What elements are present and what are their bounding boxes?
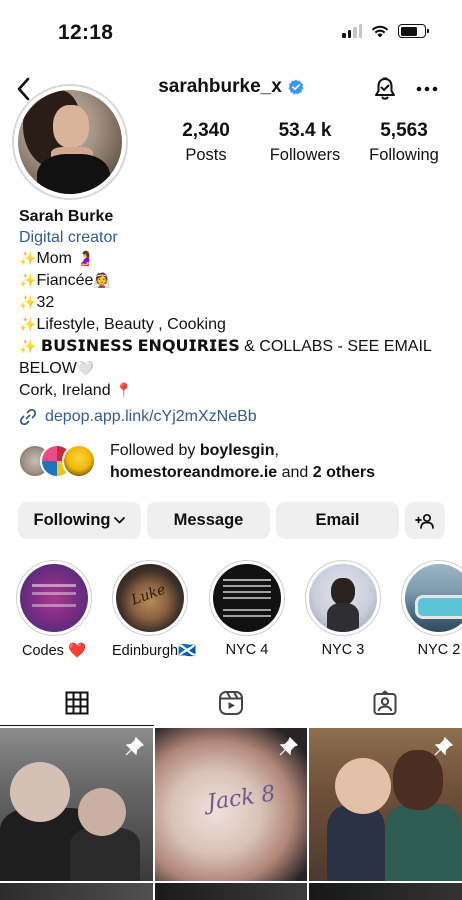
grid-icon bbox=[65, 691, 89, 715]
pin-icon bbox=[125, 736, 145, 756]
posts-count: 2,340 bbox=[182, 120, 230, 141]
more-options-icon bbox=[416, 86, 438, 92]
bio-line-below: BELOW🤍 bbox=[19, 360, 95, 377]
status-bar: 12:18 bbox=[0, 0, 462, 62]
tagged-tab[interactable] bbox=[308, 680, 462, 726]
profile-tabs bbox=[0, 680, 462, 726]
following-label: Following bbox=[369, 146, 439, 164]
highlight-label: Codes ❤️ bbox=[22, 643, 86, 659]
bio-line-topics: ✨Lifestyle, Beauty , Cooking bbox=[19, 316, 226, 333]
notification-bell-icon bbox=[375, 77, 395, 100]
bio-link-text[interactable]: depop.app.link/cYj2mXzNeBb bbox=[45, 408, 257, 426]
display-name: Sarah Burke bbox=[19, 208, 114, 225]
mutual-avatar bbox=[62, 444, 96, 478]
reels-tab[interactable] bbox=[154, 680, 308, 726]
highlight-cover bbox=[405, 564, 462, 632]
pin-icon bbox=[434, 736, 454, 756]
message-button-label: Message bbox=[173, 511, 244, 529]
status-icons bbox=[342, 24, 429, 38]
status-time: 12:18 bbox=[58, 21, 114, 44]
email-button[interactable]: Email bbox=[276, 502, 399, 539]
highlight-nyc-4[interactable]: NYC 4 bbox=[209, 560, 285, 658]
highlight-codes[interactable]: Codes ❤️ bbox=[16, 560, 92, 659]
notifications-button[interactable] bbox=[370, 74, 400, 104]
bio-line-business: ✨ 𝗕𝗨𝗦𝗜𝗡𝗘𝗦𝗦 𝗘𝗡𝗤𝗨𝗜𝗥𝗜𝗘𝗦 & COLLABS - SEE EMA… bbox=[19, 338, 432, 355]
highlight-edinburgh[interactable]: Edinburgh🏴󠁧󠁢󠁳󠁣󠁴󠁿 bbox=[112, 560, 197, 659]
more-options-button[interactable] bbox=[412, 74, 442, 104]
highlight-cover bbox=[213, 564, 281, 632]
profile-bio: Sarah Burke Digital creator ✨Mom 🤰 ✨Fian… bbox=[19, 206, 449, 402]
grid-post[interactable] bbox=[0, 883, 153, 900]
profile-actions: Following Message Email bbox=[18, 502, 445, 539]
highlight-cover bbox=[20, 564, 88, 632]
highlight-cover bbox=[116, 564, 184, 632]
wifi-icon bbox=[371, 25, 389, 38]
profile-stats: 2,340 Posts 53.4 k Followers 5,563 Follo… bbox=[160, 120, 450, 166]
link-icon bbox=[19, 408, 37, 426]
grid-post[interactable] bbox=[155, 883, 307, 900]
following-button[interactable]: Following bbox=[18, 502, 141, 539]
grid-tab[interactable] bbox=[0, 680, 154, 726]
signal-icon bbox=[342, 24, 362, 38]
username: sarahburke_x bbox=[158, 76, 282, 97]
highlight-label: NYC 4 bbox=[225, 642, 269, 658]
reels-icon bbox=[219, 691, 243, 715]
highlight-nyc-2[interactable]: NYC 2 bbox=[401, 560, 462, 658]
add-person-icon bbox=[415, 513, 434, 529]
highlight-cover bbox=[309, 564, 377, 632]
bio-line-fiancee: ✨Fiancée👰 bbox=[19, 272, 111, 289]
bio-line-mom: ✨Mom 🤰 bbox=[19, 250, 94, 267]
chevron-down-icon bbox=[114, 517, 126, 524]
highlight-nyc-3[interactable]: NYC 3 bbox=[305, 560, 381, 658]
bio-link[interactable]: depop.app.link/cYj2mXzNeBb bbox=[19, 408, 257, 426]
story-highlights: Codes ❤️ Edinburgh🏴󠁧󠁢󠁳󠁣󠁴󠁿 NYC 4 NYC 3 NY… bbox=[0, 560, 462, 664]
profile-avatar[interactable] bbox=[12, 84, 128, 200]
following-button-label: Following bbox=[33, 511, 111, 529]
followed-by-text: Followed by boylesgin, homestoreandmore.… bbox=[110, 442, 375, 481]
highlight-label: NYC 2 bbox=[417, 642, 461, 658]
grid-post[interactable] bbox=[309, 883, 462, 900]
grid-post[interactable] bbox=[0, 728, 153, 881]
mutual-avatars bbox=[18, 444, 98, 480]
pin-icon bbox=[279, 736, 299, 756]
highlight-label: Edinburgh🏴󠁧󠁢󠁳󠁣󠁴󠁿 bbox=[112, 643, 197, 659]
followers-count: 53.4 k bbox=[278, 120, 332, 141]
posts-label: Posts bbox=[185, 146, 227, 164]
avatar-photo bbox=[18, 90, 122, 194]
suggested-users-button[interactable] bbox=[405, 502, 445, 539]
category-label[interactable]: Digital creator bbox=[19, 227, 449, 248]
highlight-label: NYC 3 bbox=[321, 642, 365, 658]
followers-label: Followers bbox=[269, 146, 341, 164]
bio-line-age: ✨32 bbox=[19, 294, 55, 311]
email-button-label: Email bbox=[315, 511, 360, 529]
followers-stat[interactable]: 53.4 k Followers bbox=[259, 120, 351, 166]
posts-stat[interactable]: 2,340 Posts bbox=[160, 120, 252, 166]
followed-by[interactable]: Followed by boylesgin, homestoreandmore.… bbox=[18, 440, 448, 484]
tagged-person-icon bbox=[373, 690, 397, 715]
grid-post[interactable]: Jack 8 bbox=[155, 728, 307, 881]
battery-icon bbox=[398, 24, 429, 38]
following-count: 5,563 bbox=[380, 120, 428, 141]
verified-badge-icon bbox=[288, 79, 304, 95]
bio-line-location: Cork, Ireland 📍 bbox=[19, 382, 133, 399]
following-stat[interactable]: 5,563 Following bbox=[358, 120, 450, 166]
grid-post[interactable] bbox=[309, 728, 462, 881]
post-grid: Jack 8 bbox=[0, 728, 462, 900]
message-button[interactable]: Message bbox=[147, 502, 270, 539]
